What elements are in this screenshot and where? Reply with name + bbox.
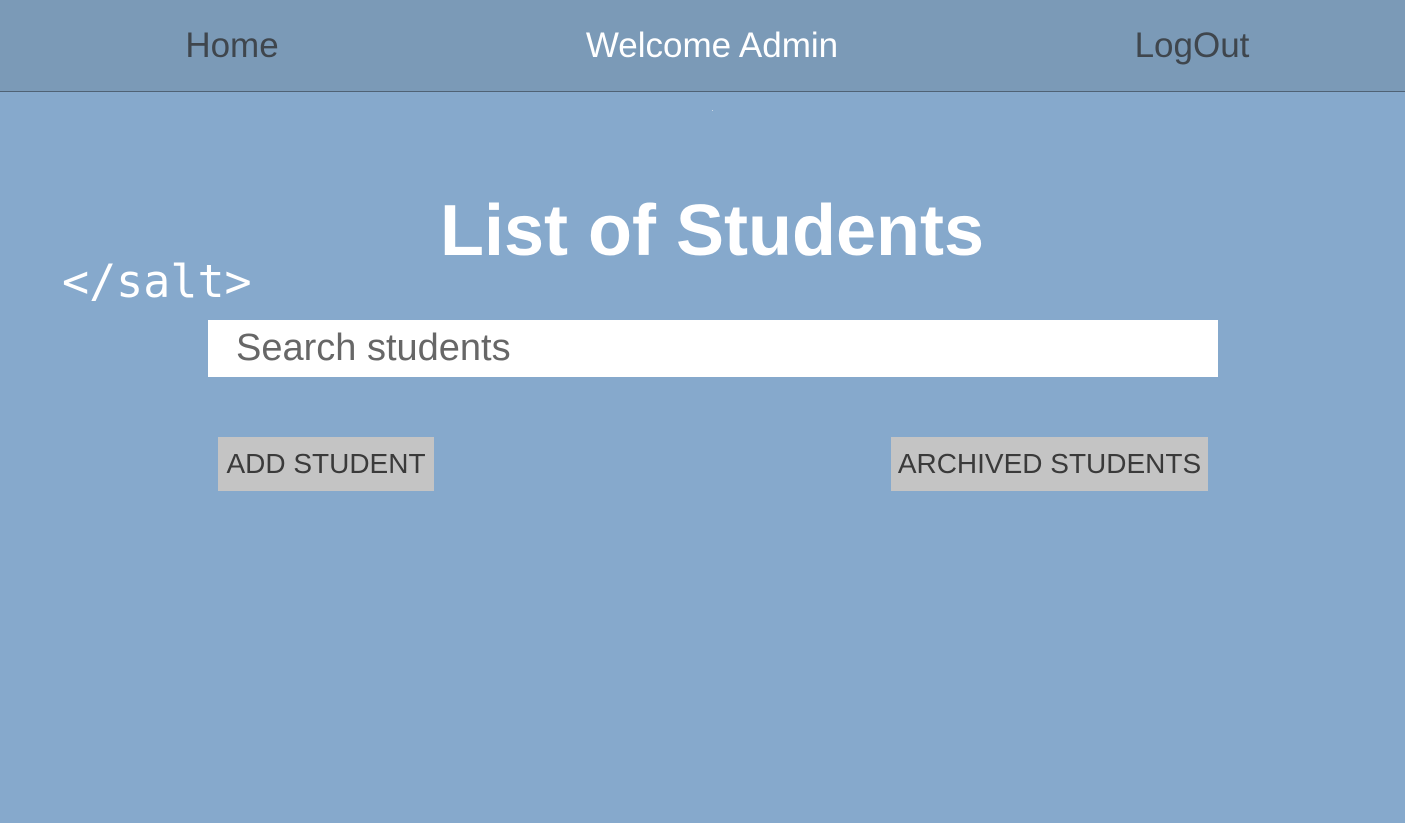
search-students-input[interactable] [208, 320, 1218, 377]
salt-logo: </salt> [62, 255, 252, 308]
top-navbar: Home Welcome Admin LogOut [0, 0, 1405, 92]
add-student-button[interactable]: ADD STUDENT [218, 437, 434, 491]
welcome-message: Welcome Admin [585, 26, 839, 65]
page-title: List of Students [440, 191, 984, 271]
nav-logout-link[interactable]: LogOut [1135, 24, 1250, 68]
divider-dot [712, 110, 713, 111]
archived-students-button[interactable]: ARCHIVED STUDENTS [891, 437, 1208, 491]
nav-home-link[interactable]: Home [185, 24, 278, 68]
